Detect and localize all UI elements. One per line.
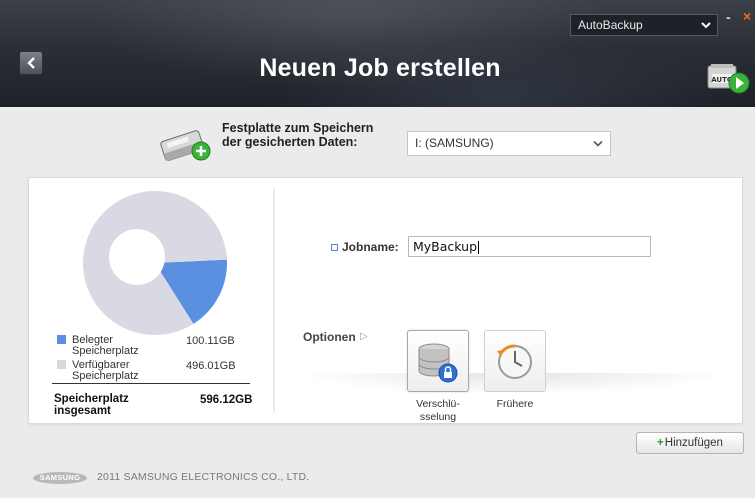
drive-select[interactable]: I: (SAMSUNG) <box>407 131 611 156</box>
jobname-label: Jobname: <box>331 240 399 254</box>
total-value: 596.12GB <box>200 394 253 406</box>
auto-backup-icon[interactable]: AUTO <box>705 62 751 96</box>
drive-label-line2: der gesicherten Daten: <box>222 135 358 149</box>
profile-select-value: AutoBackup <box>578 18 643 32</box>
chevron-down-icon <box>593 140 603 147</box>
encryption-label-line1: Verschlü- <box>416 398 460 410</box>
chevron-left-icon <box>27 57 35 69</box>
close-button[interactable]: × <box>743 8 755 24</box>
previous-option-button[interactable] <box>484 330 546 392</box>
add-button[interactable]: +Hinzufügen <box>636 432 744 454</box>
legend-swatch-free <box>57 360 66 369</box>
header-bar: Neuen Job erstellen AutoBackup - × AUTO <box>0 0 755 107</box>
jobname-input[interactable]: MyBackup <box>408 236 651 257</box>
back-button[interactable] <box>19 51 43 75</box>
legend-label-free: Verfügbarer Speicherplatz <box>72 360 139 382</box>
total-label: Speicherplatz insgesamt <box>54 393 129 417</box>
minimize-button[interactable]: - <box>726 10 738 24</box>
panel-divider <box>273 188 275 413</box>
legend-swatch-used <box>57 335 66 344</box>
total-label-line1: Speicherplatz <box>54 393 129 405</box>
legend-value-free: 496.01GB <box>186 360 236 372</box>
copyright-text: 2011 SAMSUNG ELECTRONICS CO., LTD. <box>97 471 310 483</box>
bullet-icon <box>331 244 338 252</box>
storage-pie-chart <box>83 191 227 335</box>
text-caret <box>478 241 480 254</box>
legend-label-used-line2: Speicherplatz <box>72 345 139 357</box>
encryption-option-button[interactable] <box>407 330 469 392</box>
encryption-option-label: Verschlü- sselung <box>405 398 471 424</box>
legend-label-used: Belegter Speicherplatz <box>72 335 139 357</box>
clock-history-icon <box>497 344 532 379</box>
total-divider <box>52 383 250 384</box>
previous-option-label: Frühere <box>496 398 534 410</box>
add-button-label: Hinzufügen <box>664 437 723 449</box>
encrypted-database-icon <box>418 343 458 383</box>
total-label-line2: insgesamt <box>54 405 111 417</box>
jobname-value: MyBackup <box>413 239 478 254</box>
pie-center-hole <box>109 229 165 285</box>
hard-drive-add-icon <box>160 130 211 162</box>
legend-label-free-line2: Speicherplatz <box>72 370 139 382</box>
chevron-down-icon <box>701 22 711 29</box>
drive-select-value: I: (SAMSUNG) <box>415 136 494 150</box>
drive-label: Festplatte zum Speichern der gesicherten… <box>222 121 373 149</box>
drive-label-line1: Festplatte zum Speichern <box>222 121 374 135</box>
app-window: Neuen Job erstellen AutoBackup - × AUTO … <box>0 0 755 498</box>
encryption-label-line2: sselung <box>419 411 457 423</box>
page-title: Neuen Job erstellen <box>259 54 501 82</box>
jobname-label-text: Jobname: <box>342 240 399 254</box>
profile-select[interactable]: AutoBackup <box>570 14 718 36</box>
samsung-logo: SAMSUNG <box>33 472 87 484</box>
plus-icon: + <box>657 437 664 449</box>
options-expand-arrow-icon[interactable]: ▷ <box>360 331 368 342</box>
options-label: Optionen <box>303 330 356 344</box>
legend-value-used: 100.11GB <box>186 335 235 347</box>
